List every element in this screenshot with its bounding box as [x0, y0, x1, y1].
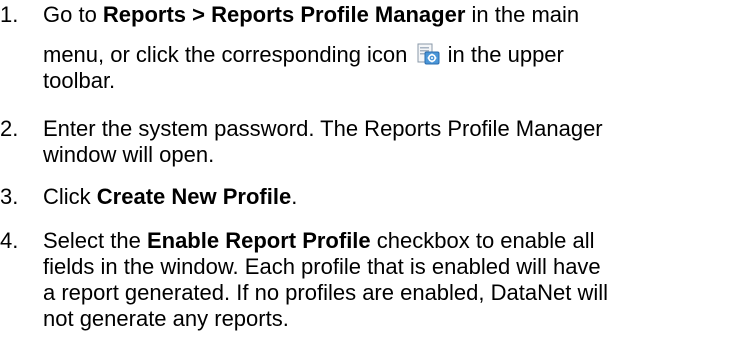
step-text: Go to Reports > Reports Profile Manager …	[43, 2, 740, 94]
step-number: 3.	[0, 184, 19, 209]
step-text: Click Create New Profile.	[43, 184, 740, 210]
step-2-line-2: window will open.	[43, 142, 215, 167]
step-4-line-4: not generate any reports.	[43, 306, 289, 331]
step-1-line-1: Go to Reports > Reports Profile Manager …	[43, 2, 580, 27]
step-text: Enter the system password. The Reports P…	[43, 116, 740, 168]
step-1-line-3: toolbar.	[43, 68, 116, 93]
step-number: 2.	[0, 116, 19, 141]
step-3-line-1: Click Create New Profile.	[43, 184, 298, 209]
step-2-line-1: Enter the system password. The Reports P…	[43, 116, 603, 141]
step-1-line-2: menu, or click the corresponding icon in…	[43, 42, 564, 67]
menu-path: Reports > Reports Profile Manager	[102, 2, 466, 27]
reports-profile-manager-icon	[416, 43, 440, 65]
step-text: Select the Enable Report Profile checkbo…	[43, 228, 740, 332]
step-number: 1.	[0, 2, 19, 27]
step-number: 4.	[0, 228, 19, 253]
step-4-line-1: Select the Enable Report Profile checkbo…	[43, 228, 595, 253]
step-4-line-2: fields in the window. Each profile that …	[43, 254, 601, 279]
button-name: Create New Profile	[96, 184, 292, 209]
checkbox-name: Enable Report Profile	[146, 228, 371, 253]
step-4-line-3: a report generated. If no profiles are e…	[43, 280, 608, 305]
